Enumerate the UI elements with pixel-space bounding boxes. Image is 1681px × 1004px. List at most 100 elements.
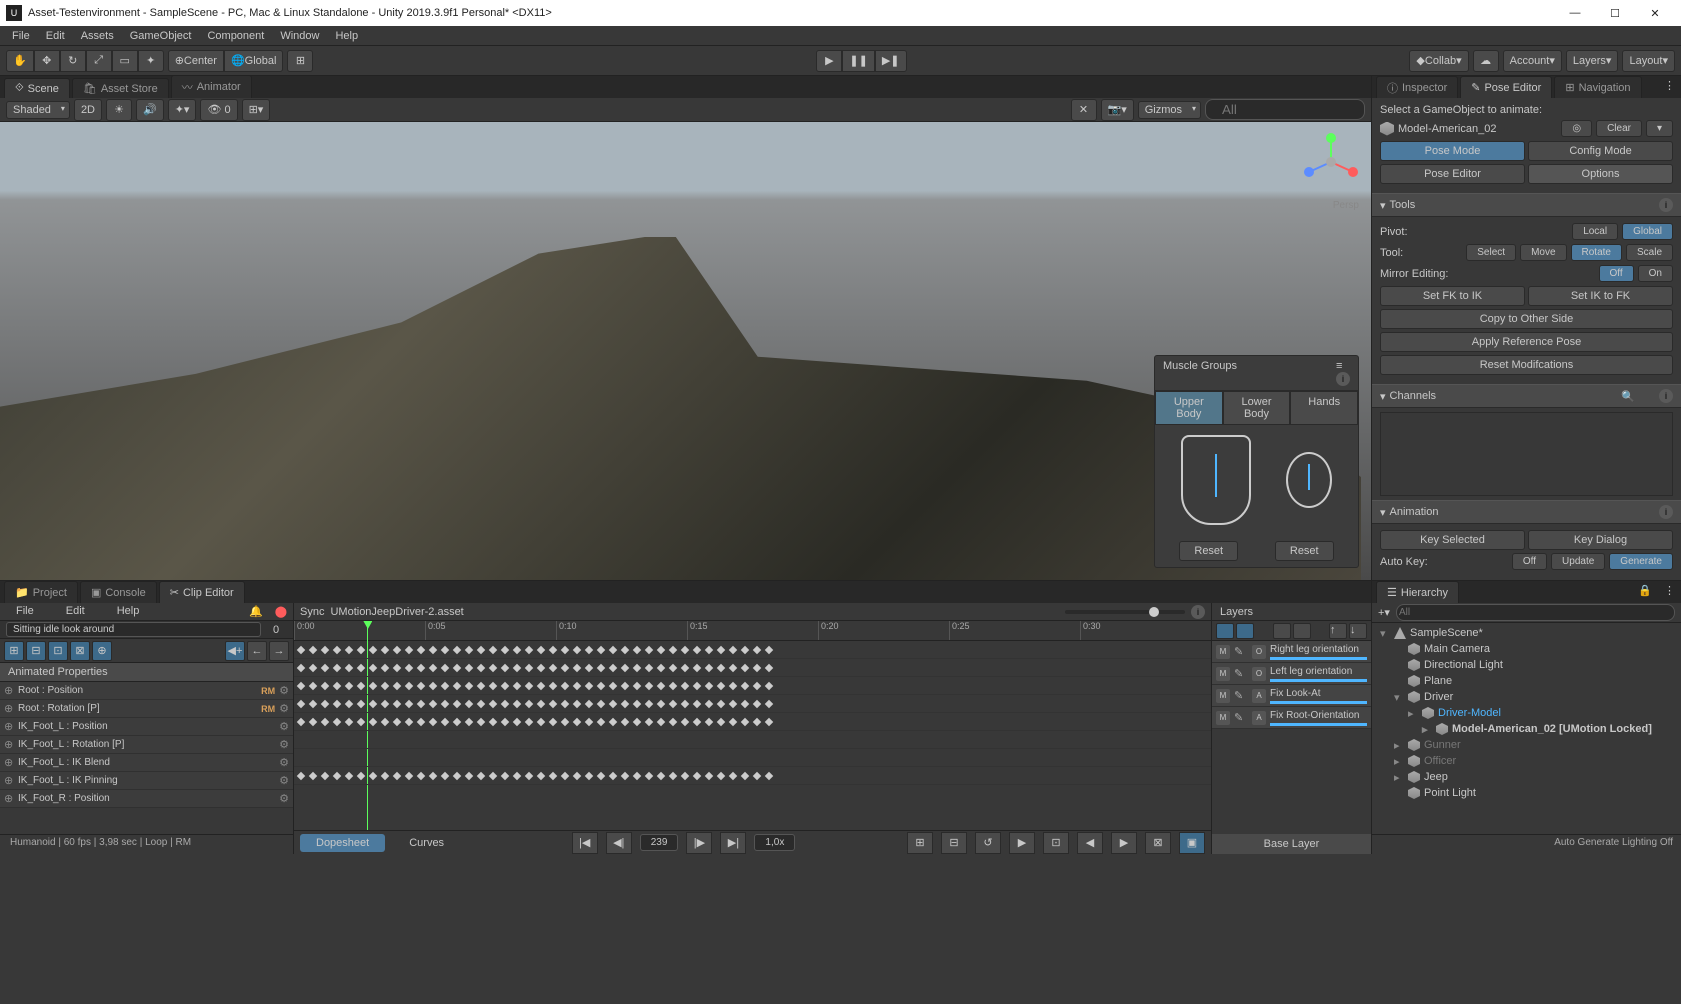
channels-header[interactable]: Channels (1390, 390, 1611, 402)
dopesheet-tab[interactable]: Dopesheet (300, 834, 385, 852)
animation-header[interactable]: Animation (1390, 506, 1655, 518)
shading-mode-dropdown[interactable]: Shaded (6, 101, 70, 119)
pause-button[interactable]: ❚❚ (842, 50, 874, 72)
hidden-toggle[interactable]: 👁 0 (200, 99, 237, 121)
dopesheet-tracks[interactable]: for(let i=0;i<40;i++)document.write('<sp… (294, 641, 1211, 830)
tool-select[interactable]: Select (1466, 244, 1516, 261)
tab-scene[interactable]: ⟐ Scene (4, 78, 70, 98)
gear-icon[interactable]: ⚙ (279, 738, 289, 751)
layer-btn-3[interactable] (1273, 623, 1291, 639)
menu-window[interactable]: Window (272, 28, 327, 44)
create-dropdown[interactable]: +▾ (1378, 606, 1390, 619)
menu-gameobject[interactable]: GameObject (122, 28, 200, 44)
pivot-global-button[interactable]: 🌐 Global (224, 50, 284, 72)
clipicon-back[interactable]: ← (247, 641, 267, 661)
clear-button[interactable]: Clear (1596, 120, 1642, 137)
2d-toggle-button[interactable]: 2D (74, 99, 102, 121)
target-icon-button[interactable]: ◎ (1561, 120, 1592, 137)
autokey-off[interactable]: Off (1512, 553, 1547, 570)
layer-btn-down[interactable]: ↓ (1349, 623, 1367, 639)
muscle-reset-head[interactable]: Reset (1275, 541, 1334, 561)
clipicon-4[interactable]: ⊠ (70, 641, 90, 661)
layer-btn-1[interactable] (1216, 623, 1234, 639)
step-button[interactable]: ▶❚ (875, 50, 907, 72)
info-icon[interactable]: i (1659, 389, 1673, 403)
key-dialog-button[interactable]: Key Dialog (1528, 530, 1673, 550)
info-icon[interactable]: i (1659, 505, 1673, 519)
gear-icon[interactable]: ⚙ (279, 684, 289, 697)
hierarchy-search[interactable] (1396, 604, 1675, 621)
account-dropdown[interactable]: Account ▾ (1503, 50, 1562, 72)
hier-lock-icon[interactable]: 🔒 (1632, 581, 1658, 603)
info-icon[interactable]: i (1336, 372, 1350, 386)
info-icon[interactable]: i (1659, 198, 1673, 212)
transform-tool-button[interactable]: ✦ (138, 50, 164, 72)
clear-dropdown[interactable]: ▾ (1646, 120, 1673, 137)
tool-move[interactable]: Move (1520, 244, 1566, 261)
rect-tool-button[interactable]: ▭ (112, 50, 138, 72)
head-silhouette[interactable] (1286, 452, 1332, 508)
move-tool-button[interactable]: ✥ (34, 50, 60, 72)
play-button[interactable]: ▶ (816, 50, 842, 72)
copy-other-side-button[interactable]: Copy to Other Side (1380, 309, 1673, 329)
reset-mods-button[interactable]: Reset Modifcations (1380, 355, 1673, 375)
warning-icon[interactable]: ⬤ (269, 603, 293, 620)
key-selected-button[interactable]: Key Selected (1380, 530, 1525, 550)
footer-btn-2[interactable]: ⊟ (941, 832, 967, 854)
hierarchy-node[interactable]: Plane (1376, 673, 1677, 689)
clipicon-fwd[interactable]: → (269, 641, 289, 661)
tab-clip-editor[interactable]: ✂ Clip Editor (159, 581, 245, 603)
speed-input[interactable]: 1,0x (754, 834, 795, 851)
camera-dropdown[interactable]: 📷▾ (1101, 99, 1134, 121)
gear-icon[interactable]: ⚙ (279, 720, 289, 733)
torso-silhouette[interactable] (1181, 435, 1251, 525)
layer-btn-2[interactable] (1236, 623, 1254, 639)
hierarchy-node[interactable]: Main Camera (1376, 641, 1677, 657)
search-icon[interactable]: 🔍 (1621, 390, 1635, 403)
autokey-update[interactable]: Update (1551, 553, 1605, 570)
go-end-button[interactable]: ▶| (720, 832, 746, 854)
frame-input[interactable]: 239 (640, 834, 679, 851)
hierarchy-node[interactable]: Directional Light (1376, 657, 1677, 673)
hierarchy-node[interactable]: Point Light (1376, 785, 1677, 801)
audio-toggle[interactable]: 🔊 (136, 99, 164, 121)
bell-icon[interactable]: 🔔 (243, 603, 269, 620)
menu-help[interactable]: Help (327, 28, 366, 44)
layout-dropdown[interactable]: Layout ▾ (1622, 50, 1675, 72)
tab-asset-store[interactable]: 🛍 Asset Store (72, 78, 169, 98)
subtab-options[interactable]: Options (1528, 164, 1673, 184)
tab-inspector[interactable]: ⓘ Inspector (1376, 76, 1458, 98)
hierarchy-node[interactable]: ▸Jeep (1376, 769, 1677, 785)
curves-tab[interactable]: Curves (393, 834, 460, 852)
footer-btn-4[interactable]: ▶ (1009, 832, 1035, 854)
gear-icon[interactable]: ⚙ (279, 702, 289, 715)
fx-toggle[interactable]: ✦▾ (168, 99, 197, 121)
scene-search-input[interactable] (1205, 99, 1365, 120)
timeline-ruler[interactable]: 0:00 0:05 0:10 0:15 0:20 0:25 0:30 (294, 621, 1211, 641)
gear-icon[interactable]: ⚙ (279, 774, 289, 787)
hierarchy-node[interactable]: ▸Driver-Model (1376, 705, 1677, 721)
tool-rotate[interactable]: Rotate (1571, 244, 1622, 261)
clipicon-3[interactable]: ⊡ (48, 641, 68, 661)
footer-btn-6[interactable]: ◀ (1077, 832, 1103, 854)
tab-console[interactable]: ▣ Console (80, 581, 157, 603)
pose-mode-button[interactable]: Pose Mode (1380, 141, 1525, 161)
orientation-gizmo[interactable] (1301, 132, 1361, 192)
gear-icon[interactable]: ⚙ (279, 792, 289, 805)
gizmos-dropdown[interactable]: Gizmos (1138, 101, 1201, 119)
tab-pose-editor[interactable]: ✎ Pose Editor (1460, 76, 1552, 98)
info-icon[interactable]: i (1191, 605, 1205, 619)
clipicon-5[interactable]: ⊕ (92, 641, 112, 661)
channels-list[interactable] (1380, 412, 1673, 496)
tab-animator[interactable]: 〰 Animator (171, 75, 252, 98)
layer-btn-4[interactable] (1293, 623, 1311, 639)
set-fk-to-ik-button[interactable]: Set FK to IK (1380, 286, 1525, 306)
grid-toggle[interactable]: ⊞▾ (242, 99, 271, 121)
clip-help-menu[interactable]: Help (101, 603, 156, 620)
clipicon-left[interactable]: ◀+ (225, 641, 245, 661)
hier-menu-icon[interactable]: ⋮ (1658, 581, 1681, 603)
sync-toggle[interactable]: Sync (300, 606, 324, 618)
snap-button[interactable]: ⊞ (287, 50, 313, 72)
go-start-button[interactable]: |◀ (572, 832, 598, 854)
gear-icon[interactable]: ⚙ (279, 756, 289, 769)
